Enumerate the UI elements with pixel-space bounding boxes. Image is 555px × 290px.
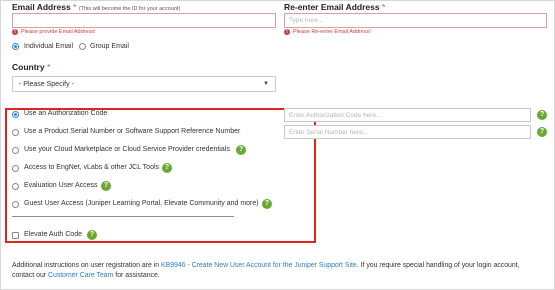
reenter-email-label: Re-enter Email Address * (284, 2, 386, 12)
elevate-auth-label: Elevate Auth Code (24, 231, 82, 238)
individual-email-radio[interactable] (12, 43, 19, 50)
guest-access-radio[interactable] (12, 201, 19, 208)
email-field[interactable] (12, 13, 276, 28)
country-select[interactable]: - Please Specify - ▼ (12, 76, 276, 92)
auth-code-input[interactable] (284, 108, 531, 122)
help-icon[interactable]: ? (262, 199, 272, 209)
chevron-down-icon: ▼ (263, 81, 269, 87)
help-icon[interactable]: ? (537, 110, 547, 120)
email-error: ! Please provide Email Address! (12, 29, 96, 35)
option-evaluation: Evaluation User Access (24, 182, 98, 189)
country-selected-value: - Please Specify - (19, 80, 74, 88)
help-icon[interactable]: ? (87, 230, 97, 240)
error-icon: ! (12, 29, 18, 35)
divider (12, 216, 234, 217)
help-icon[interactable]: ? (236, 145, 246, 155)
reenter-email-field[interactable] (284, 13, 547, 28)
engnet-radio[interactable] (12, 165, 19, 172)
footer-instructions: Additional instructions on user registra… (12, 262, 520, 279)
country-label: Country * (12, 62, 51, 72)
group-email-radio[interactable] (79, 43, 86, 50)
email-label: Email Address * (This will become the ID… (12, 2, 181, 12)
option-engnet: Access to EngNet, vLabs & other JCL Tool… (24, 164, 160, 171)
evaluation-radio[interactable] (12, 183, 19, 190)
help-icon[interactable]: ? (537, 127, 547, 137)
reenter-email-error: ! Please Re-enter Email Address! (284, 29, 371, 35)
kb-article-link[interactable]: KB9946 - Create New User Account for the… (161, 262, 357, 269)
option-cloud-marketplace: Use your Cloud Marketplace or Cloud Serv… (24, 146, 230, 153)
customer-care-link[interactable]: Customer Care Team (48, 272, 113, 279)
option-auth-code: Use an Authorization Code (24, 110, 108, 117)
group-email-label: Group Email (90, 43, 129, 50)
cloud-marketplace-radio[interactable] (12, 147, 19, 154)
serial-number-radio[interactable] (12, 129, 19, 136)
help-icon[interactable]: ? (101, 181, 111, 191)
option-guest-access: Guest User Access (Juniper Learning Port… (24, 200, 259, 207)
help-icon[interactable]: ? (162, 163, 172, 173)
serial-number-input[interactable] (284, 125, 531, 139)
individual-email-label: Individual Email (24, 43, 74, 50)
elevate-auth-checkbox[interactable] (12, 232, 19, 239)
error-icon: ! (284, 29, 290, 35)
option-serial-number: Use a Product Serial Number or Software … (24, 128, 241, 135)
auth-code-radio[interactable] (12, 111, 19, 118)
